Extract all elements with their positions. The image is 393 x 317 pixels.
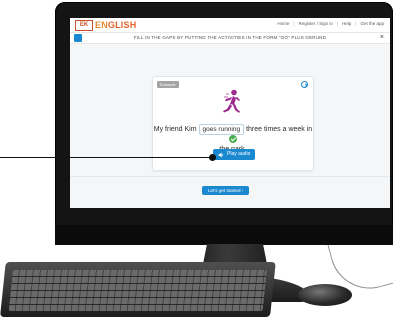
- callout-dot: [209, 154, 216, 161]
- keyboard-keys: [8, 270, 267, 311]
- sentence-middle: three times a week in: [246, 126, 313, 133]
- monitor-chin: [55, 225, 393, 245]
- answer-field[interactable]: goes running: [198, 124, 245, 135]
- start-button[interactable]: Let's get started ›: [202, 186, 250, 195]
- exercise-instructions: FILL IN THE GAPS BY PUTTING THE ACTIVITI…: [133, 35, 327, 40]
- nav-separator: |: [293, 21, 295, 26]
- callout-line: [0, 157, 212, 158]
- site-logo[interactable]: EK ENGLISH: [75, 19, 136, 31]
- top-navigation-bar: EK ENGLISH Home | Register / Sign in | H…: [70, 18, 390, 33]
- correct-check-icon: [229, 135, 237, 144]
- logo-mark: EK: [75, 19, 93, 31]
- chevron-right-icon: ›: [241, 188, 244, 193]
- nav-get-app[interactable]: Get the app: [360, 21, 384, 26]
- nav-help[interactable]: Help: [342, 21, 351, 26]
- top-nav: Home | Register / Sign in | Help | Get t…: [277, 21, 384, 26]
- nav-separator: |: [336, 21, 339, 26]
- logo-text: ENGLISH: [95, 20, 136, 30]
- speaker-icon: [218, 152, 224, 157]
- logo-text-glish: GLISH: [107, 20, 137, 30]
- screen: EK ENGLISH Home | Register / Sign in | H…: [70, 18, 390, 208]
- nav-register[interactable]: Register / Sign in: [299, 21, 333, 26]
- start-button-label: Let's get started: [208, 188, 241, 193]
- keyboard: [0, 262, 276, 317]
- next-arrow-icon[interactable]: [301, 81, 308, 88]
- play-audio-button[interactable]: Play audio: [213, 149, 256, 160]
- play-audio-label: Play audio: [227, 151, 251, 157]
- close-icon[interactable]: ×: [380, 34, 384, 41]
- exercise-bar: FILL IN THE GAPS BY PUTTING THE ACTIVITI…: [70, 33, 390, 44]
- sentence-start: My friend Kim: [153, 126, 197, 133]
- runner-icon: [223, 89, 240, 113]
- computer-mouse: [298, 284, 352, 306]
- nav-separator: |: [355, 21, 357, 26]
- example-tag: Example: [157, 81, 179, 88]
- logo-text-en: EN: [95, 20, 108, 30]
- nav-home[interactable]: Home: [277, 21, 289, 26]
- divider: [70, 176, 390, 177]
